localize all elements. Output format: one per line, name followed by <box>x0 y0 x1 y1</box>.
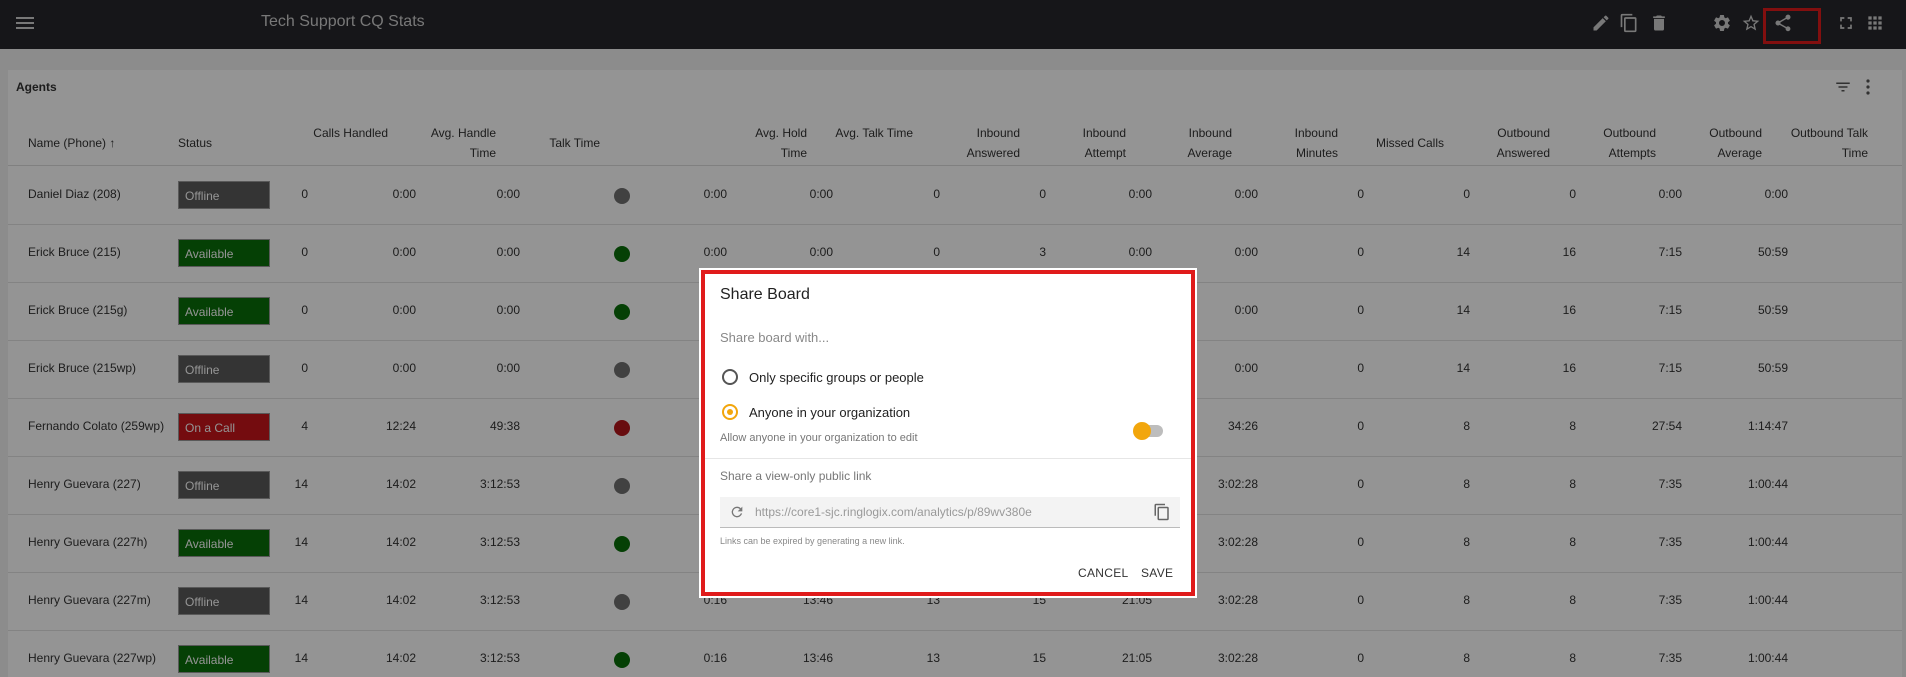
public-link-url: https://core1-sjc.ringlogix.com/analytic… <box>755 505 1032 519</box>
radio-specific[interactable] <box>722 369 738 385</box>
divider <box>705 458 1191 459</box>
radio-org[interactable] <box>722 404 738 420</box>
dialog-title: Share Board <box>720 286 810 303</box>
refresh-icon[interactable] <box>729 504 745 520</box>
public-link-label: Share a view-only public link <box>720 469 872 483</box>
allow-edit-toggle[interactable] <box>1133 422 1163 440</box>
radio-org-label[interactable]: Anyone in your organization <box>749 405 910 420</box>
copy-link-icon[interactable] <box>1153 502 1171 522</box>
radio-specific-label[interactable]: Only specific groups or people <box>749 370 924 385</box>
cancel-button[interactable]: CANCEL <box>1078 566 1128 580</box>
public-link-field[interactable]: https://core1-sjc.ringlogix.com/analytic… <box>720 497 1180 528</box>
share-with-input[interactable]: Share board with... <box>720 330 829 345</box>
save-button[interactable]: SAVE <box>1141 566 1173 580</box>
link-note: Links can be expired by generating a new… <box>720 536 905 546</box>
allow-edit-label: Allow anyone in your organization to edi… <box>720 432 918 444</box>
share-board-dialog: Share Board Share board with... Only spe… <box>701 270 1195 596</box>
